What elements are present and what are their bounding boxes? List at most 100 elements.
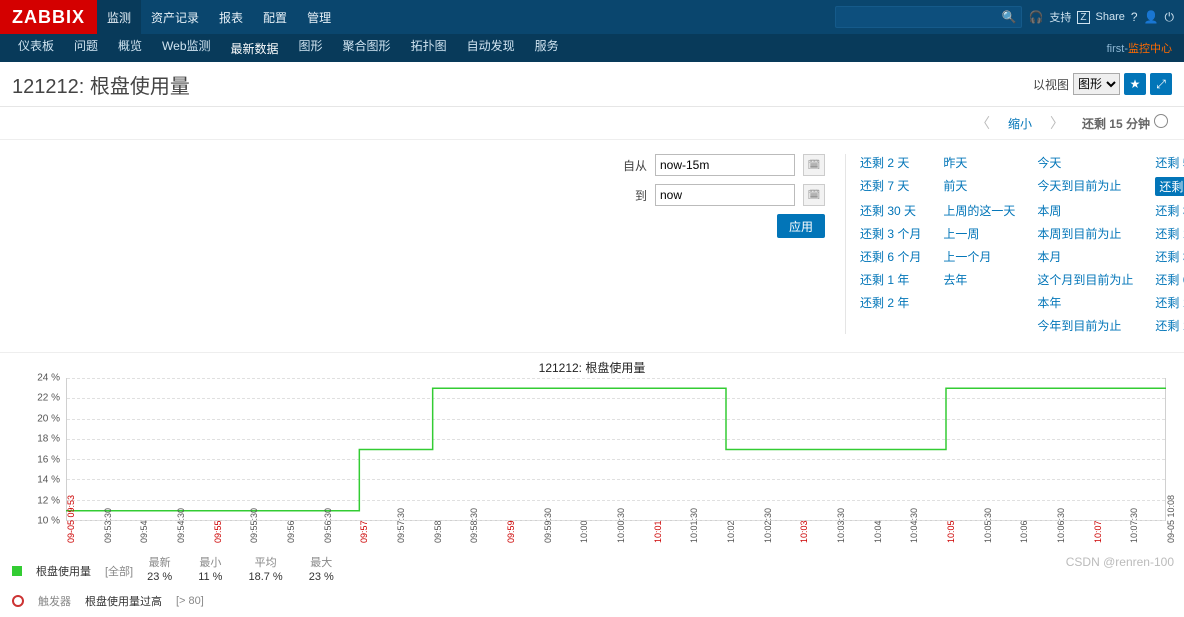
topmenu-item[interactable]: 配置 (253, 0, 297, 34)
submenu-item[interactable]: 最新数据 (221, 31, 289, 65)
x-tick: 10:06:30 (1056, 508, 1066, 543)
from-label: 自从 (623, 157, 647, 174)
x-tick: 09:58 (433, 520, 443, 543)
y-tick: 14 % (12, 475, 60, 486)
submenu-item[interactable]: 聚合图形 (333, 31, 401, 59)
x-tick: 09:56:30 (323, 508, 333, 543)
view-label: 以视图 (1033, 76, 1069, 93)
submenu-item[interactable]: 服务 (525, 31, 569, 59)
topmenu-item[interactable]: 资产记录 (141, 0, 209, 34)
fullscreen-button[interactable]: ⤢ (1150, 73, 1172, 95)
search-icon: 🔍 (1001, 10, 1016, 24)
x-tick: 10:07 (1093, 520, 1103, 543)
submenu-item[interactable]: 问题 (64, 31, 108, 59)
share-link[interactable]: Share (1096, 11, 1125, 23)
user-icon[interactable]: 👤 (1144, 10, 1159, 24)
topmenu-item[interactable]: 监测 (97, 0, 141, 34)
preset-link[interactable]: 还剩 12 小时 (1155, 294, 1184, 311)
y-tick: 16 % (12, 454, 60, 465)
chart-title: 121212: 根盘使用量 (12, 359, 1172, 376)
x-tick: 10:03 (799, 520, 809, 543)
help-icon[interactable]: ? (1131, 10, 1138, 24)
chart-area: 10 %12 %14 %16 %18 %20 %22 %24 %09-05 09… (12, 378, 1172, 543)
x-tick: 09:55 (213, 520, 223, 543)
x-tick: 10:04:30 (909, 508, 919, 543)
preset-link[interactable]: 还剩 6 小时 (1155, 271, 1184, 288)
preset-link[interactable]: 本周 (1037, 202, 1133, 219)
preset-link[interactable]: 上周的这一天 (943, 202, 1015, 219)
preset-link[interactable]: 今天到目前为止 (1037, 177, 1133, 196)
x-tick: 09:57:30 (396, 508, 406, 543)
to-calendar-button[interactable]: 🗓 (803, 184, 825, 206)
preset-link[interactable]: 还剩 6 个月 (860, 248, 921, 265)
preset-link[interactable]: 还剩 30 天 (860, 202, 921, 219)
apply-button[interactable]: 应用 (777, 214, 825, 238)
preset-link[interactable]: 还剩 3 小时 (1155, 248, 1184, 265)
submenu-item[interactable]: 拓扑图 (401, 31, 457, 59)
topmenu-item[interactable]: 报表 (209, 0, 253, 34)
time-remaining[interactable]: 还剩 15 分钟 (1082, 114, 1168, 132)
x-tick: 10:02:30 (763, 508, 773, 543)
preset-link[interactable]: 还剩 7 天 (860, 177, 921, 196)
preset-link[interactable]: 上一个月 (943, 248, 1015, 265)
search-input[interactable]: 🔍 (835, 6, 1022, 28)
x-tick: 09:55:30 (249, 508, 259, 543)
preset-link[interactable]: 还剩 1 小时 (1155, 225, 1184, 242)
from-calendar-button[interactable]: 🗓 (803, 154, 825, 176)
preset-link[interactable]: 去年 (943, 271, 1015, 288)
preset-link[interactable]: 本月 (1037, 248, 1133, 265)
submenu-item[interactable]: 自动发现 (457, 31, 525, 59)
submenu-item[interactable]: Web监测 (152, 31, 220, 59)
x-tick: 10:01:30 (689, 508, 699, 543)
x-tick: 10:04 (873, 520, 883, 543)
preset-link[interactable]: 昨天 (943, 154, 1015, 171)
y-tick: 24 % (12, 373, 60, 384)
prev-button[interactable]: 〈 (976, 113, 990, 133)
from-input[interactable] (655, 154, 795, 176)
preset-link[interactable]: 还剩 2 年 (860, 294, 921, 311)
x-tick: 09-05 09:53 (66, 495, 76, 543)
submenu-item[interactable]: 仪表板 (8, 31, 64, 59)
support-link[interactable]: 支持 (1049, 9, 1071, 25)
zoom-out-link[interactable]: 缩小 (1008, 115, 1032, 132)
trigger-swatch-icon (12, 595, 24, 607)
preset-link[interactable]: 前天 (943, 177, 1015, 196)
submenu-item[interactable]: 图形 (289, 31, 333, 59)
preset-link[interactable]: 还剩 5 分钟 (1155, 154, 1184, 171)
top-menu: 监测资产记录报表配置管理 (97, 0, 341, 34)
view-select[interactable]: 图形 (1073, 73, 1120, 95)
x-tick: 10:05:30 (983, 508, 993, 543)
preset-link[interactable]: 上一周 (943, 225, 1015, 242)
preset-link[interactable]: 还剩 1 天 (1155, 317, 1184, 334)
preset-link[interactable]: 还剩 3 个月 (860, 225, 921, 242)
preset-link[interactable]: 今天 (1037, 154, 1133, 171)
x-tick: 09:57 (359, 520, 369, 543)
legend-stat: 最小11 % (198, 557, 222, 585)
to-input[interactable] (655, 184, 795, 206)
x-tick: 10:05 (946, 520, 956, 543)
next-button[interactable]: 〉 (1050, 113, 1064, 133)
trigger-label: 触发器 (38, 593, 71, 609)
breadcrumb[interactable]: first-监控中心 (1107, 40, 1184, 56)
preset-link[interactable]: 今年到目前为止 (1037, 317, 1133, 334)
topmenu-item[interactable]: 管理 (297, 0, 341, 34)
favorite-button[interactable]: ★ (1124, 73, 1146, 95)
trigger-text: 根盘使用量过高 (85, 593, 162, 609)
x-tick: 10:06 (1019, 520, 1029, 543)
preset-link[interactable]: 本年 (1037, 294, 1133, 311)
preset-link[interactable]: 本周到目前为止 (1037, 225, 1133, 242)
submenu-item[interactable]: 概览 (108, 31, 152, 59)
preset-link[interactable]: 这个月到目前为止 (1037, 271, 1133, 288)
x-tick: 10:00:30 (616, 508, 626, 543)
preset-link[interactable]: 还剩 15 分钟 (1155, 177, 1184, 196)
power-icon[interactable]: ⏻ (1165, 10, 1175, 25)
preset-link[interactable]: 还剩 1 年 (860, 271, 921, 288)
preset-link[interactable]: 还剩 2 天 (860, 154, 921, 171)
y-tick: 18 % (12, 434, 60, 445)
x-tick: 10:02 (726, 520, 736, 543)
preset-link[interactable]: 还剩 30 分钟 (1155, 202, 1184, 219)
page-title: 121212: 根盘使用量 (12, 70, 190, 99)
x-tick: 09:54 (139, 520, 149, 543)
x-tick: 10:00 (579, 520, 589, 543)
y-tick: 12 % (12, 495, 60, 506)
